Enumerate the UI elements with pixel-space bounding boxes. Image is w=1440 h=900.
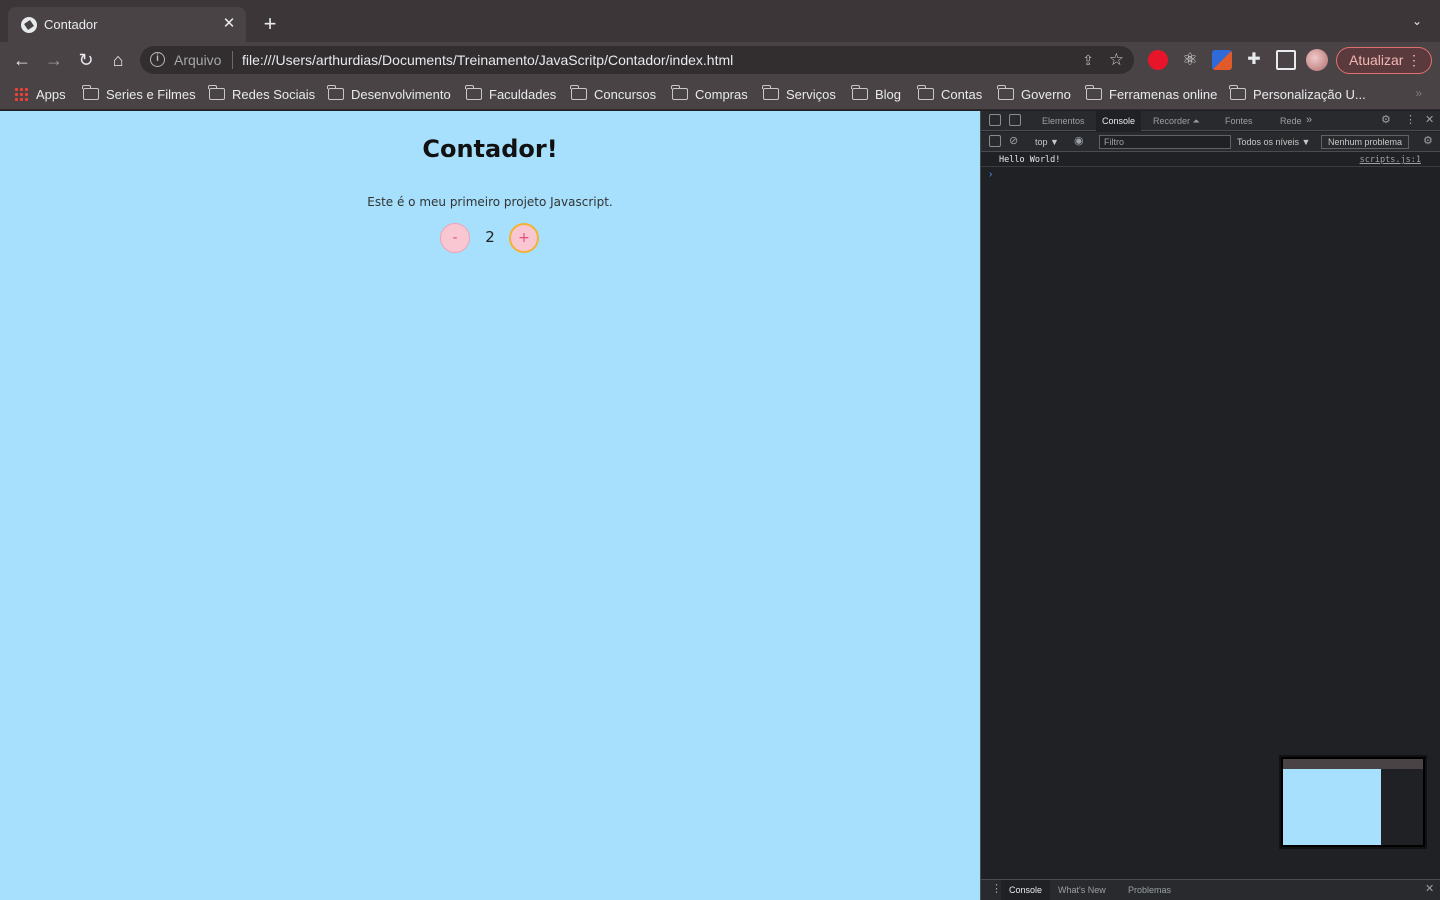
tab-console[interactable]: Console [1096,111,1142,131]
bookmark-folder[interactable]: Contas [917,85,982,103]
bookmark-folder[interactable]: Personalização U... [1229,85,1366,103]
bookmark-folder[interactable]: Series e Filmes [82,85,196,103]
side-panel-icon[interactable] [1276,50,1296,70]
extension-icon[interactable] [1212,50,1232,70]
folder-icon [1085,85,1102,100]
tab-rede[interactable]: Rede [1274,111,1308,131]
globe-icon [21,17,37,33]
thumbnail-preview [1283,759,1423,845]
close-drawer-icon[interactable]: ✕ [1425,883,1434,895]
thumbnail-page-area [1283,769,1381,845]
devtools-drawer: ⋮ Console What's New Problemas ✕ [981,879,1440,900]
bookmark-folder[interactable]: Desenvolvimento [327,85,451,103]
console-message-row: Hello World! scripts.js:1 [981,153,1440,167]
folder-icon [327,85,344,100]
console-toolbar: ⊘ top ▼ ◉ Filtro Todos os níveis ▼ Nenhu… [981,132,1440,152]
tab-title: Contador [44,17,98,32]
profile-avatar[interactable] [1306,49,1328,71]
console-prompt-icon[interactable]: › [989,169,992,180]
react-extension-icon[interactable]: ⚛ [1180,50,1200,70]
folder-icon [465,85,482,100]
folder-icon [82,85,99,100]
console-message: Hello World! [999,155,1061,165]
address-divider [232,51,233,69]
folder-icon [1229,85,1246,100]
settings-gear-icon[interactable]: ⚙ [1381,114,1391,126]
console-source-link[interactable]: scripts.js:1 [1360,155,1421,165]
increment-button[interactable]: + [509,223,539,253]
folder-icon [917,85,934,100]
decrement-button[interactable]: - [440,223,470,253]
drawer-tab-whats-new[interactable]: What's New [1050,880,1114,900]
sidebar-toggle-icon[interactable] [989,135,1001,147]
thumbnail-devtools-area [1381,769,1423,845]
page-description: Este é o meu primeiro projeto Javascript… [367,195,613,209]
devtools-panel: Elementos Console Recorder ⏶ Fontes Rede… [980,111,1440,900]
forward-icon[interactable]: → [42,48,66,72]
tab-elementos[interactable]: Elementos [1036,111,1091,131]
inspect-element-icon[interactable] [989,114,1001,126]
close-devtools-icon[interactable]: ✕ [1425,114,1434,126]
drawer-tab-problemas[interactable]: Problemas [1120,880,1179,900]
puzzle-extensions-icon[interactable]: ✚ [1244,50,1264,70]
clear-console-icon[interactable]: ⊘ [1009,135,1018,147]
folder-icon [671,85,688,100]
bookmark-folder[interactable]: Governo [997,85,1071,103]
address-bar[interactable]: i Arquivo file:///Users/arthurdias/Docum… [140,46,1134,74]
page-viewport: Contador! Este é o meu primeiro projeto … [0,111,980,900]
update-button[interactable]: Atualizar ⋮ [1336,47,1432,74]
scheme-label: Arquivo [174,52,222,68]
tab-strip: Contador ✕ + ⌄ [0,0,1440,42]
more-tabs-icon[interactable]: » [1306,114,1312,126]
back-icon[interactable]: ← [10,48,34,72]
drawer-tab-console[interactable]: Console [1001,880,1051,900]
bookmarks-bar: Apps Series e Filmes Redes Sociais Desen… [0,78,1440,110]
bookmark-folder[interactable]: Serviços [762,85,836,103]
more-bookmarks-icon[interactable]: » [1415,86,1422,100]
tab-recorder[interactable]: Recorder ⏶ [1147,111,1206,131]
adblock-extension-icon[interactable] [1148,50,1168,70]
eye-icon[interactable]: ◉ [1074,135,1084,147]
bookmark-folder[interactable]: Concursos [570,85,656,103]
close-tab-icon[interactable]: ✕ [220,15,238,33]
more-options-icon[interactable]: ⋮ [1405,114,1416,126]
home-icon[interactable]: ⌂ [106,48,130,72]
browser-toolbar: ← → ↻ ⌂ i Arquivo file:///Users/arthurdi… [0,42,1440,78]
console-filter-input[interactable]: Filtro [1099,135,1231,149]
folder-icon [208,85,225,100]
bookmark-folder[interactable]: Compras [671,85,748,103]
tab-search-icon[interactable]: ⌄ [1412,14,1426,28]
apps-grid-icon [14,87,28,101]
menu-dots-icon: ⋮ [1407,52,1421,68]
log-levels-selector[interactable]: Todos os níveis ▼ [1237,135,1310,149]
bookmark-folder[interactable]: Faculdades [465,85,556,103]
update-button-label: Atualizar [1349,52,1404,68]
bookmark-star-icon[interactable]: ☆ [1109,50,1124,70]
bookmark-folder[interactable]: Ferramenas online [1085,85,1217,103]
new-tab-button[interactable]: + [258,12,282,36]
folder-icon [851,85,868,100]
folder-icon [762,85,779,100]
info-icon[interactable]: i [150,52,165,67]
bookmark-folder[interactable]: Blog [851,85,901,103]
url-text[interactable]: file:///Users/arthurdias/Documents/Trein… [242,52,733,68]
context-selector[interactable]: top ▼ [1035,135,1059,149]
reload-icon[interactable]: ↻ [74,48,98,72]
browser-tab[interactable]: Contador ✕ [8,7,246,42]
bookmark-apps[interactable]: Apps [14,85,66,103]
console-settings-icon[interactable]: ⚙ [1423,135,1433,147]
tab-fontes[interactable]: Fontes [1219,111,1259,131]
bookmark-folder[interactable]: Redes Sociais [208,85,315,103]
folder-icon [570,85,587,100]
screenshot-thumbnail[interactable] [1279,755,1427,849]
devtools-tab-bar: Elementos Console Recorder ⏶ Fontes Rede… [981,111,1440,131]
folder-icon [997,85,1014,100]
device-toolbar-icon[interactable] [1009,114,1021,126]
share-icon[interactable]: ⇪ [1082,52,1094,69]
page-title: Contador! [422,135,558,163]
issues-button[interactable]: Nenhum problema [1321,135,1409,149]
counter-value: 2 [485,228,495,246]
